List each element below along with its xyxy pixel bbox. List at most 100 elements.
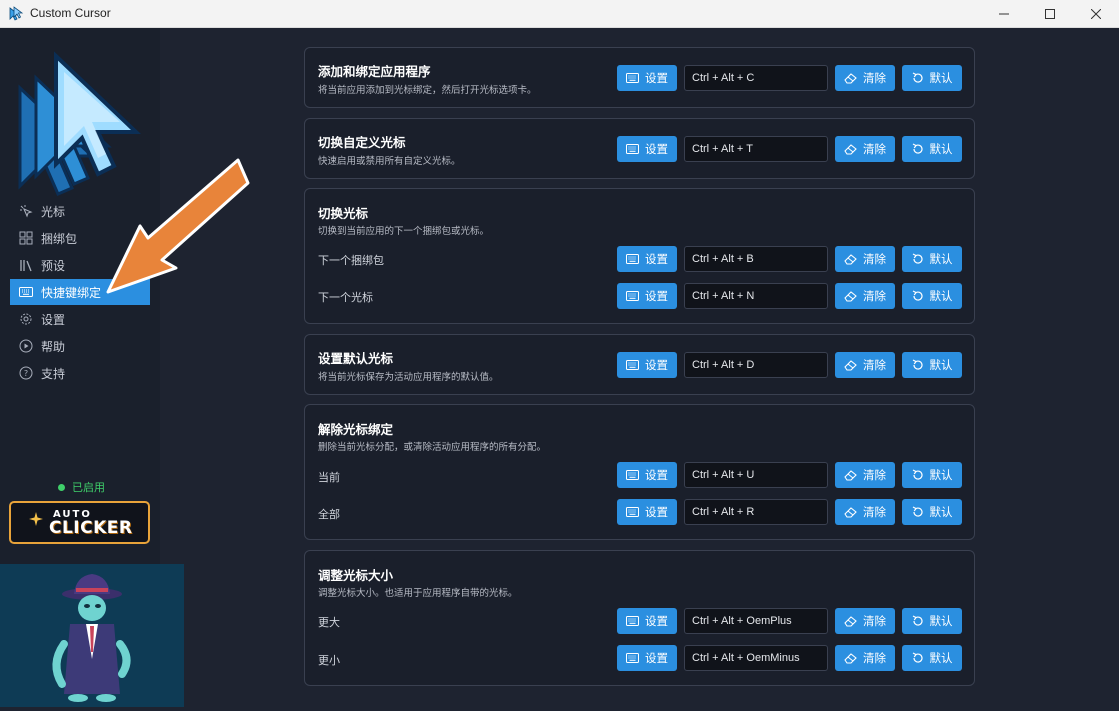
keyboard-icon xyxy=(626,144,639,154)
set-button[interactable]: 设置 xyxy=(617,283,677,309)
card-set-default-cursor: 设置默认光标 将当前光标保存为活动应用程序的默认值。 设置 Ctrl + Alt… xyxy=(304,334,975,395)
sidebar-item-bundles[interactable]: 捆绑包 xyxy=(10,225,150,251)
clear-button[interactable]: 清除 xyxy=(835,608,895,634)
hotkey-field[interactable]: Ctrl + Alt + OemMinus xyxy=(684,645,828,671)
clear-button[interactable]: 清除 xyxy=(835,645,895,671)
card-resize-cursor: 调整光标大小 调整光标大小。也适用于应用程序自带的光标。 更大 设置 Ctrl … xyxy=(304,550,975,686)
hotkey-field[interactable]: Ctrl + Alt + OemPlus xyxy=(684,608,828,634)
row-label: 更小 xyxy=(318,654,340,667)
hotkey-field[interactable]: Ctrl + Alt + R xyxy=(684,499,828,525)
default-button[interactable]: 默认 xyxy=(902,352,962,378)
default-button[interactable]: 默认 xyxy=(902,499,962,525)
clear-button[interactable]: 清除 xyxy=(835,462,895,488)
minimize-icon xyxy=(999,13,1009,14)
clear-button-label: 清除 xyxy=(863,614,886,628)
set-button[interactable]: 设置 xyxy=(617,645,677,671)
row-label: 更大 xyxy=(318,616,340,629)
clear-button[interactable]: 清除 xyxy=(835,246,895,272)
minimize-button[interactable] xyxy=(981,0,1027,27)
svg-text:?: ? xyxy=(24,369,28,378)
gear-icon xyxy=(19,312,33,326)
hotkey-field[interactable]: Ctrl + Alt + T xyxy=(684,136,828,162)
status-text: 已启用 xyxy=(72,481,105,494)
autoclicker-promo-button[interactable]: AUTO CLICKER xyxy=(9,501,150,544)
card-title: 添加和绑定应用程序 xyxy=(318,64,431,79)
sidebar-item-support[interactable]: ? 支持 xyxy=(10,360,150,386)
cursor-click-icon xyxy=(19,204,33,218)
set-button-label: 设置 xyxy=(645,289,668,303)
sidebar-item-label: 快捷键绑定 xyxy=(41,285,102,300)
sparkle-icon xyxy=(29,512,43,526)
clear-button[interactable]: 清除 xyxy=(835,283,895,309)
maximize-button[interactable] xyxy=(1027,0,1073,27)
set-button-label: 设置 xyxy=(645,505,668,519)
set-button-label: 设置 xyxy=(645,71,668,85)
card-title: 设置默认光标 xyxy=(318,351,394,366)
set-button[interactable]: 设置 xyxy=(617,246,677,272)
clear-button[interactable]: 清除 xyxy=(835,352,895,378)
play-circle-icon xyxy=(19,339,33,353)
default-button-label: 默认 xyxy=(929,358,953,372)
sidebar-item-settings[interactable]: 设置 xyxy=(10,306,150,332)
question-circle-icon: ? xyxy=(19,366,33,380)
eraser-icon xyxy=(844,253,857,265)
undo-icon xyxy=(912,359,924,371)
hotkey-field[interactable]: Ctrl + Alt + N xyxy=(684,283,828,309)
clear-button-label: 清除 xyxy=(863,468,886,482)
default-button-label: 默认 xyxy=(929,289,953,303)
set-button[interactable]: 设置 xyxy=(617,136,677,162)
set-button[interactable]: 设置 xyxy=(617,352,677,378)
card-unbind-cursor: 解除光标绑定 删除当前光标分配，或清除活动应用程序的所有分配。 当前 设置 Ct… xyxy=(304,404,975,540)
close-icon xyxy=(1091,8,1101,19)
sidebar-item-help[interactable]: 帮助 xyxy=(10,333,150,359)
set-button-label: 设置 xyxy=(645,252,668,266)
default-button-label: 默认 xyxy=(929,71,953,85)
set-button[interactable]: 设置 xyxy=(617,499,677,525)
app-logo-icon xyxy=(18,51,142,196)
sidebar-item-hotkeys[interactable]: 快捷键绑定 xyxy=(10,279,150,305)
hotkey-field[interactable]: Ctrl + Alt + C xyxy=(684,65,828,91)
default-button[interactable]: 默认 xyxy=(902,246,962,272)
card-title: 切换光标 xyxy=(318,206,369,221)
status-badge: 已启用 xyxy=(58,479,105,495)
clear-button[interactable]: 清除 xyxy=(835,65,895,91)
card-description: 将当前应用添加到光标绑定，然后打开光标选项卡。 xyxy=(318,85,537,96)
set-button[interactable]: 设置 xyxy=(617,608,677,634)
default-button[interactable]: 默认 xyxy=(902,136,962,162)
undo-icon xyxy=(912,506,924,518)
title-bar: Custom Cursor xyxy=(0,0,1119,28)
undo-icon xyxy=(912,469,924,481)
promo-line2: CLICKER xyxy=(49,518,133,538)
default-button-label: 默认 xyxy=(929,142,953,156)
set-button[interactable]: 设置 xyxy=(617,462,677,488)
row-label: 当前 xyxy=(318,471,340,484)
default-button[interactable]: 默认 xyxy=(902,65,962,91)
keyboard-icon xyxy=(626,507,639,517)
sidebar-item-label: 捆绑包 xyxy=(41,231,78,246)
clear-button-label: 清除 xyxy=(863,71,886,85)
row-label: 全部 xyxy=(318,508,340,521)
sidebar-item-cursors[interactable]: 光标 xyxy=(10,198,150,224)
hotkey-field[interactable]: Ctrl + Alt + D xyxy=(684,352,828,378)
sidebar-item-label: 帮助 xyxy=(41,339,66,354)
scrollbar[interactable] xyxy=(1113,28,1119,707)
maximize-icon xyxy=(1045,8,1055,19)
sidebar-item-label: 光标 xyxy=(41,204,66,219)
hotkey-field[interactable]: Ctrl + Alt + U xyxy=(684,462,828,488)
hotkey-field[interactable]: Ctrl + Alt + B xyxy=(684,246,828,272)
eraser-icon xyxy=(844,469,857,481)
set-button[interactable]: 设置 xyxy=(617,65,677,91)
window-title: Custom Cursor xyxy=(30,6,111,20)
clear-button[interactable]: 清除 xyxy=(835,499,895,525)
sidebar-item-presets[interactable]: 预设 xyxy=(10,252,150,278)
clear-button[interactable]: 清除 xyxy=(835,136,895,162)
default-button[interactable]: 默认 xyxy=(902,462,962,488)
default-button[interactable]: 默认 xyxy=(902,283,962,309)
keyboard-icon xyxy=(626,616,639,626)
keyboard-icon xyxy=(626,653,639,663)
default-button[interactable]: 默认 xyxy=(902,608,962,634)
card-description: 将当前光标保存为活动应用程序的默认值。 xyxy=(318,372,499,383)
default-button[interactable]: 默认 xyxy=(902,645,962,671)
app-logo-icon xyxy=(9,6,24,21)
close-button[interactable] xyxy=(1073,0,1119,27)
